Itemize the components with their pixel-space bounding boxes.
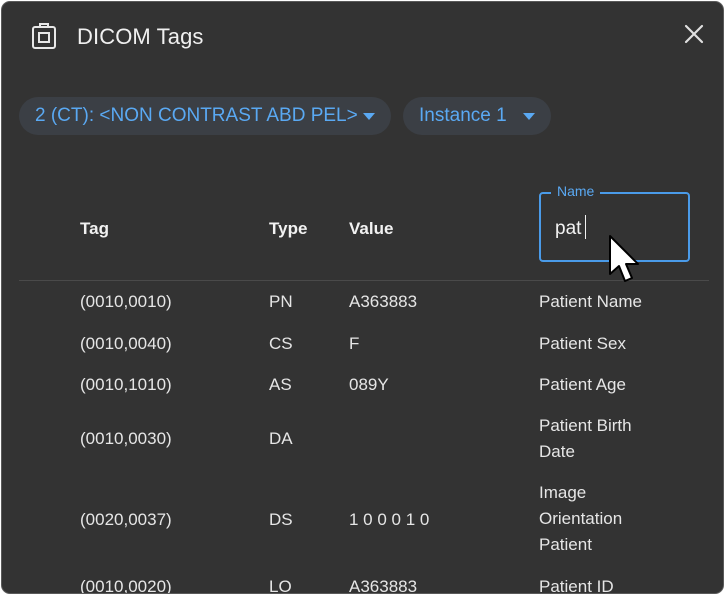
cell-tag: (0010,0040) [80,334,172,353]
cell-name: Patient Sex [539,334,626,353]
cell-tag: (0010,0030) [80,429,172,448]
cell-tag: (0010,0010) [80,292,172,311]
cell-name: Patient ID [539,577,614,594]
dialog-header: DICOM Tags [2,2,723,72]
close-icon[interactable] [682,22,706,46]
cell-value: F [349,334,360,353]
cell-type: DA [269,429,293,448]
cell-value: A363883 [349,577,418,594]
cell-type: DS [269,510,293,529]
name-filter-label: Name [551,183,601,199]
cell-tag: (0010,1010) [80,375,172,394]
chevron-down-icon [363,113,375,120]
cell-tag: (0020,0037) [80,510,172,529]
cell-name: Patient Birth Date [539,416,632,461]
dicom-tag-icon [32,23,56,49]
instance-select-value: Instance 1 [419,105,507,126]
column-header-value[interactable]: Value [349,219,393,239]
cell-type: PN [269,292,293,311]
cell-value: A363883 [349,292,418,311]
cell-type: CS [269,334,293,353]
cell-name: Patient Age [539,375,626,394]
header-divider [19,280,709,281]
cell-name: Patient Name [539,292,642,311]
dialog-title: DICOM Tags [77,24,204,49]
series-select-value: 2 (CT): <NON CONTRAST ABD PEL> [35,105,358,126]
column-header-tag[interactable]: Tag [80,219,109,239]
column-header-type[interactable]: Type [269,219,307,239]
cell-type: LO [269,577,292,594]
cell-type: AS [269,375,292,394]
cell-value: 089Y [349,375,389,394]
dicom-tags-dialog: DICOM Tags 2 (CT): <NON CONTRAST ABD PEL… [1,1,724,594]
series-select[interactable]: 2 (CT): <NON CONTRAST ABD PEL> [19,97,391,135]
cell-name: Image Orientation Patient [539,483,623,554]
instance-select[interactable]: Instance 1 [403,97,551,135]
text-caret [585,215,586,239]
chevron-down-icon [523,113,535,120]
cell-value: 1 0 0 0 1 0 [349,510,430,529]
cell-tag: (0010,0020) [80,577,172,594]
mouse-pointer-icon [609,235,639,282]
